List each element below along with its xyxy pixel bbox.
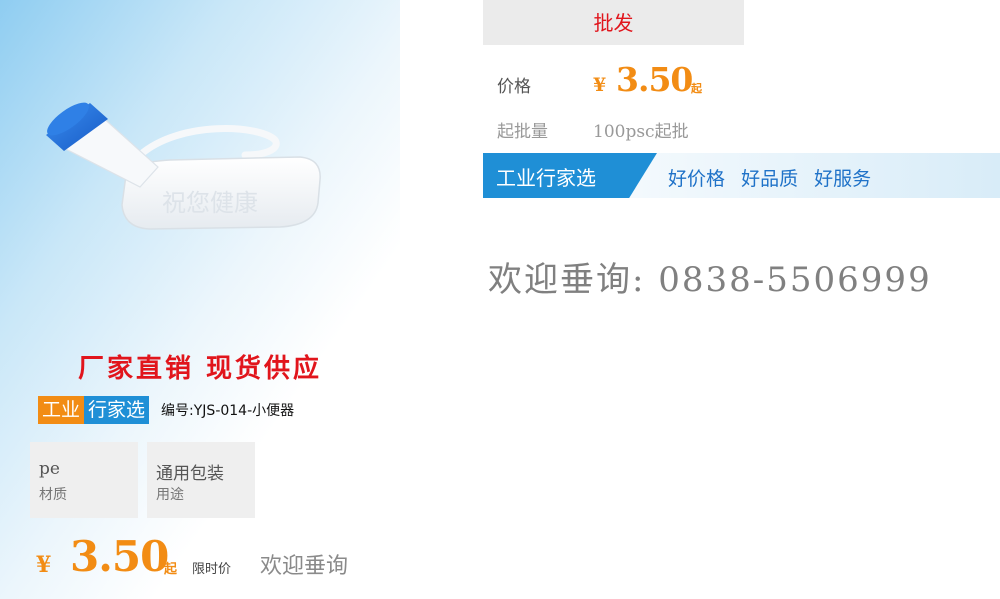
price-amount: 3.50 — [616, 60, 693, 99]
brand-label-blue: 行家选 — [84, 396, 150, 424]
product-image: 祝您健康 — [46, 102, 321, 230]
headline: 厂家直销 现货供应 — [77, 354, 323, 384]
inquiry-link[interactable]: 欢迎垂询 — [260, 548, 348, 580]
tab-wholesale[interactable]: 批发 — [483, 0, 744, 45]
spec-value: 通用包装 — [156, 464, 224, 484]
slogan-service: 好服务 — [814, 168, 872, 190]
moq-value: 100psc起批 — [593, 122, 689, 142]
spec-value: pe — [39, 459, 60, 479]
product-handle — [136, 125, 280, 159]
model-number: 编号:YJS-014-小便器 — [161, 403, 295, 419]
brand-bar: 工业 行家选 编号:YJS-014-小便器 — [38, 396, 294, 424]
spec-card-material: pe 材质 — [30, 442, 138, 518]
price-unit: 起 — [691, 82, 702, 95]
limited-price-label: 限时价 — [192, 562, 232, 577]
currency-symbol: ¥ — [593, 74, 607, 96]
promo-slogans: 好价格 好品质 好服务 — [668, 164, 881, 191]
price-label: 价格 — [497, 77, 531, 97]
contact-phone[interactable]: 欢迎垂询: 0838-5506999 — [488, 252, 932, 301]
product-emboss-text: 祝您健康 — [162, 189, 258, 217]
moq-label: 起批量 — [497, 122, 548, 142]
price-unit: 起 — [164, 562, 178, 577]
spec-label: 用途 — [156, 487, 184, 503]
product-panel: 祝您健康 厂家直销 现货供应 工业 行家选 编号:YJS-014-小便器 pe … — [0, 0, 400, 599]
spec-label: 材质 — [39, 487, 67, 503]
slogan-quality: 好品质 — [741, 168, 799, 190]
promo-banner-title: 工业行家选 — [496, 166, 596, 190]
brand-label-orange: 工业 — [38, 396, 85, 424]
currency-symbol: ¥ — [36, 552, 52, 578]
spec-card-usage: 通用包装 用途 — [147, 442, 255, 518]
slogan-price: 好价格 — [668, 168, 726, 190]
price-amount: 3.50 — [70, 532, 169, 581]
